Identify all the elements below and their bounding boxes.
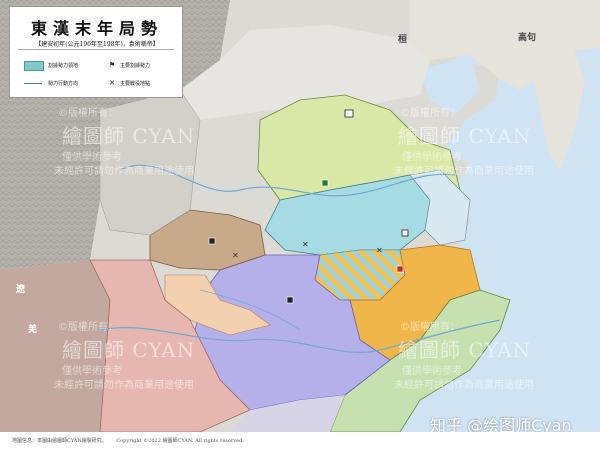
faction-seat-xiapi bbox=[401, 229, 409, 237]
faction-seat-icon: ⚑ bbox=[108, 61, 116, 69]
watermark-no-commercial: 未經許可請勿作為商業用途使用 bbox=[54, 166, 194, 177]
faction-seat-changan bbox=[208, 237, 216, 245]
watermark-rights: ©版權所有： bbox=[58, 108, 118, 119]
faction-seat-yecheng bbox=[344, 109, 354, 118]
map-title: 東漢末年局勢 bbox=[30, 19, 163, 38]
watermark-name: 繪圖師 CYAN bbox=[62, 124, 196, 148]
legend-item-battle: 主要戰役地點 bbox=[120, 81, 151, 87]
map-subtitle: 【建安初年(公元196年至198年)，袁術稱帝】 bbox=[35, 41, 159, 48]
faction-seat-shouchun bbox=[396, 265, 404, 273]
place-label-qiang: 羌 bbox=[28, 325, 38, 335]
battle-site-marker: ✕ bbox=[376, 246, 383, 255]
legend-item-movement: 勢力行動方向 bbox=[48, 81, 79, 87]
legend-item-territory: 割據勢力領地 bbox=[48, 63, 79, 69]
footer-copyright: Copyright ©2022 繪圖師CYAN. All rights rese… bbox=[116, 438, 244, 444]
watermark-ref: 僅供學術參考 bbox=[402, 366, 462, 377]
watermark-ref: 僅供學術參考 bbox=[62, 366, 122, 377]
territory-swatch-icon bbox=[24, 61, 44, 71]
faction-seat-xuchang bbox=[321, 179, 329, 187]
watermark-no-commercial: 未經許可請勿作為商業用途使用 bbox=[394, 166, 534, 177]
watermark-ref: 僅供學術參考 bbox=[62, 152, 122, 163]
watermark-ref: 僅供學術參考 bbox=[402, 152, 462, 163]
watermark-rights: ©版權所有： bbox=[400, 322, 460, 333]
battle-site-icon: ✕ bbox=[109, 79, 115, 87]
watermark-no-commercial: 未經許可請勿作為商業用途使用 bbox=[54, 380, 194, 391]
watermark-name: 繪圖師 CYAN bbox=[398, 124, 532, 148]
watermark-rights: ©版權所有： bbox=[400, 108, 460, 119]
place-label-wuhuan: 桓 bbox=[398, 35, 408, 45]
faction-seat-xiangyang bbox=[286, 296, 294, 304]
watermark-no-commercial: 未經許可請勿作為商業用途使用 bbox=[394, 380, 534, 391]
movement-arrow-icon bbox=[24, 83, 42, 84]
watermark-name: 繪圖師 CYAN bbox=[62, 338, 196, 362]
battle-site-marker: ✕ bbox=[232, 251, 239, 260]
battle-site-marker: ✕ bbox=[302, 240, 309, 249]
watermark-rights: ©版權所有： bbox=[58, 322, 118, 333]
map-footer: 地圖信息：本圖由繪圖師CYAN繪製研究。 Copyright ©2022 繪圖師… bbox=[0, 432, 600, 450]
legend-divider bbox=[18, 49, 174, 50]
map-legend: 東漢末年局勢 【建安初年(公元196年至198年)，袁術稱帝】 割據勢力領地 ⚑… bbox=[9, 6, 183, 98]
place-label-liao: 遼 bbox=[16, 285, 26, 295]
legend-item-faction: 主要割據勢力 bbox=[120, 63, 151, 69]
watermark-name: 繪圖師 CYAN bbox=[398, 338, 532, 362]
place-label-gaogouli: 高句 bbox=[518, 33, 537, 43]
footer-source: 地圖信息：本圖由繪圖師CYAN繪製研究。 bbox=[12, 438, 107, 444]
